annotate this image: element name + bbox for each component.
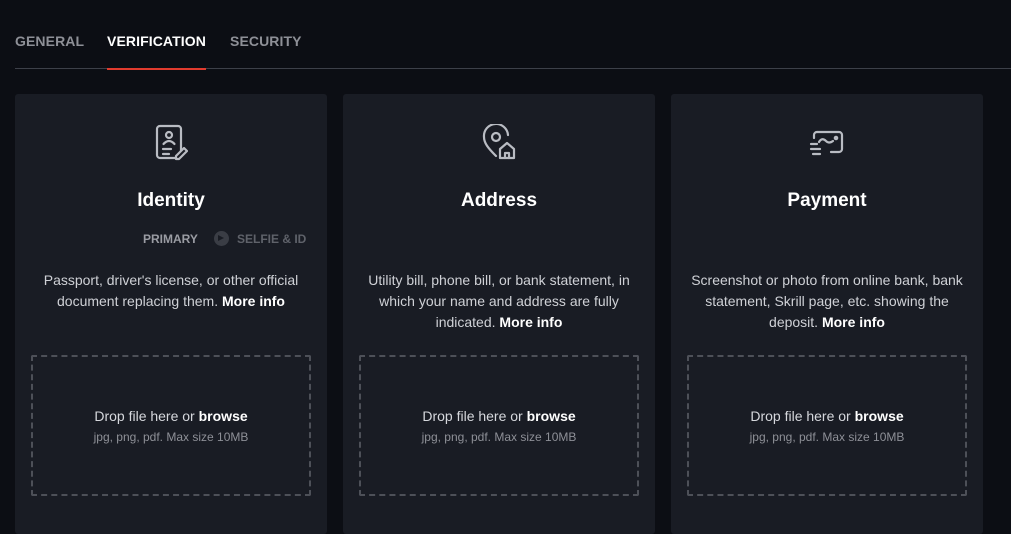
payment-card: Payment Screenshot or photo from online … — [671, 94, 983, 534]
dropzone-label: Drop file here or browse — [689, 408, 965, 424]
card-title: Identity — [137, 190, 205, 211]
browse-link[interactable]: browse — [527, 408, 576, 424]
drop-text: Drop file here or — [422, 408, 523, 424]
dropzone-label: Drop file here or browse — [361, 408, 637, 424]
location-home-icon — [482, 124, 516, 160]
step-selfie-id[interactable]: SELFIE & ID — [237, 232, 306, 246]
tab-verification[interactable]: VERIFICATION — [107, 33, 206, 70]
address-card: Address Utility bill, phone bill, or ban… — [343, 94, 655, 534]
dropzone-label: Drop file here or browse — [33, 408, 309, 424]
file-dropzone[interactable]: Drop file here or browse jpg, png, pdf. … — [31, 355, 311, 496]
step-indicator: PRIMARY SELFIE & ID — [15, 231, 327, 246]
card-description: Utility bill, phone bill, or bank statem… — [363, 270, 635, 333]
more-info-link[interactable]: More info — [499, 314, 562, 330]
browse-link[interactable]: browse — [855, 408, 904, 424]
identity-card: Identity PRIMARY SELFIE & ID Passport, d… — [15, 94, 327, 534]
card-description: Screenshot or photo from online bank, ba… — [691, 270, 963, 333]
tab-security[interactable]: SECURITY — [230, 33, 302, 69]
more-info-link[interactable]: More info — [222, 293, 285, 309]
dropzone-hint: jpg, png, pdf. Max size 10MB — [93, 430, 249, 444]
dropzone-hint: jpg, png, pdf. Max size 10MB — [749, 430, 905, 444]
card-title: Payment — [787, 190, 867, 211]
card-description: Passport, driver's license, or other off… — [35, 270, 307, 312]
file-dropzone[interactable]: Drop file here or browse jpg, png, pdf. … — [359, 355, 639, 496]
dropzone-hint: jpg, png, pdf. Max size 10MB — [421, 430, 577, 444]
step-primary[interactable]: PRIMARY — [143, 232, 198, 246]
file-dropzone[interactable]: Drop file here or browse jpg, png, pdf. … — [687, 355, 967, 496]
card-title: Address — [460, 190, 538, 211]
more-info-link[interactable]: More info — [822, 314, 885, 330]
drop-text: Drop file here or — [750, 408, 851, 424]
payment-card-icon — [809, 130, 844, 156]
chevron-right-icon — [214, 231, 229, 246]
drop-text: Drop file here or — [94, 408, 195, 424]
tab-bar: GENERAL VERIFICATION SECURITY — [15, 0, 1011, 70]
tab-general[interactable]: GENERAL — [15, 33, 84, 69]
id-document-icon — [155, 124, 188, 161]
browse-link[interactable]: browse — [199, 408, 248, 424]
